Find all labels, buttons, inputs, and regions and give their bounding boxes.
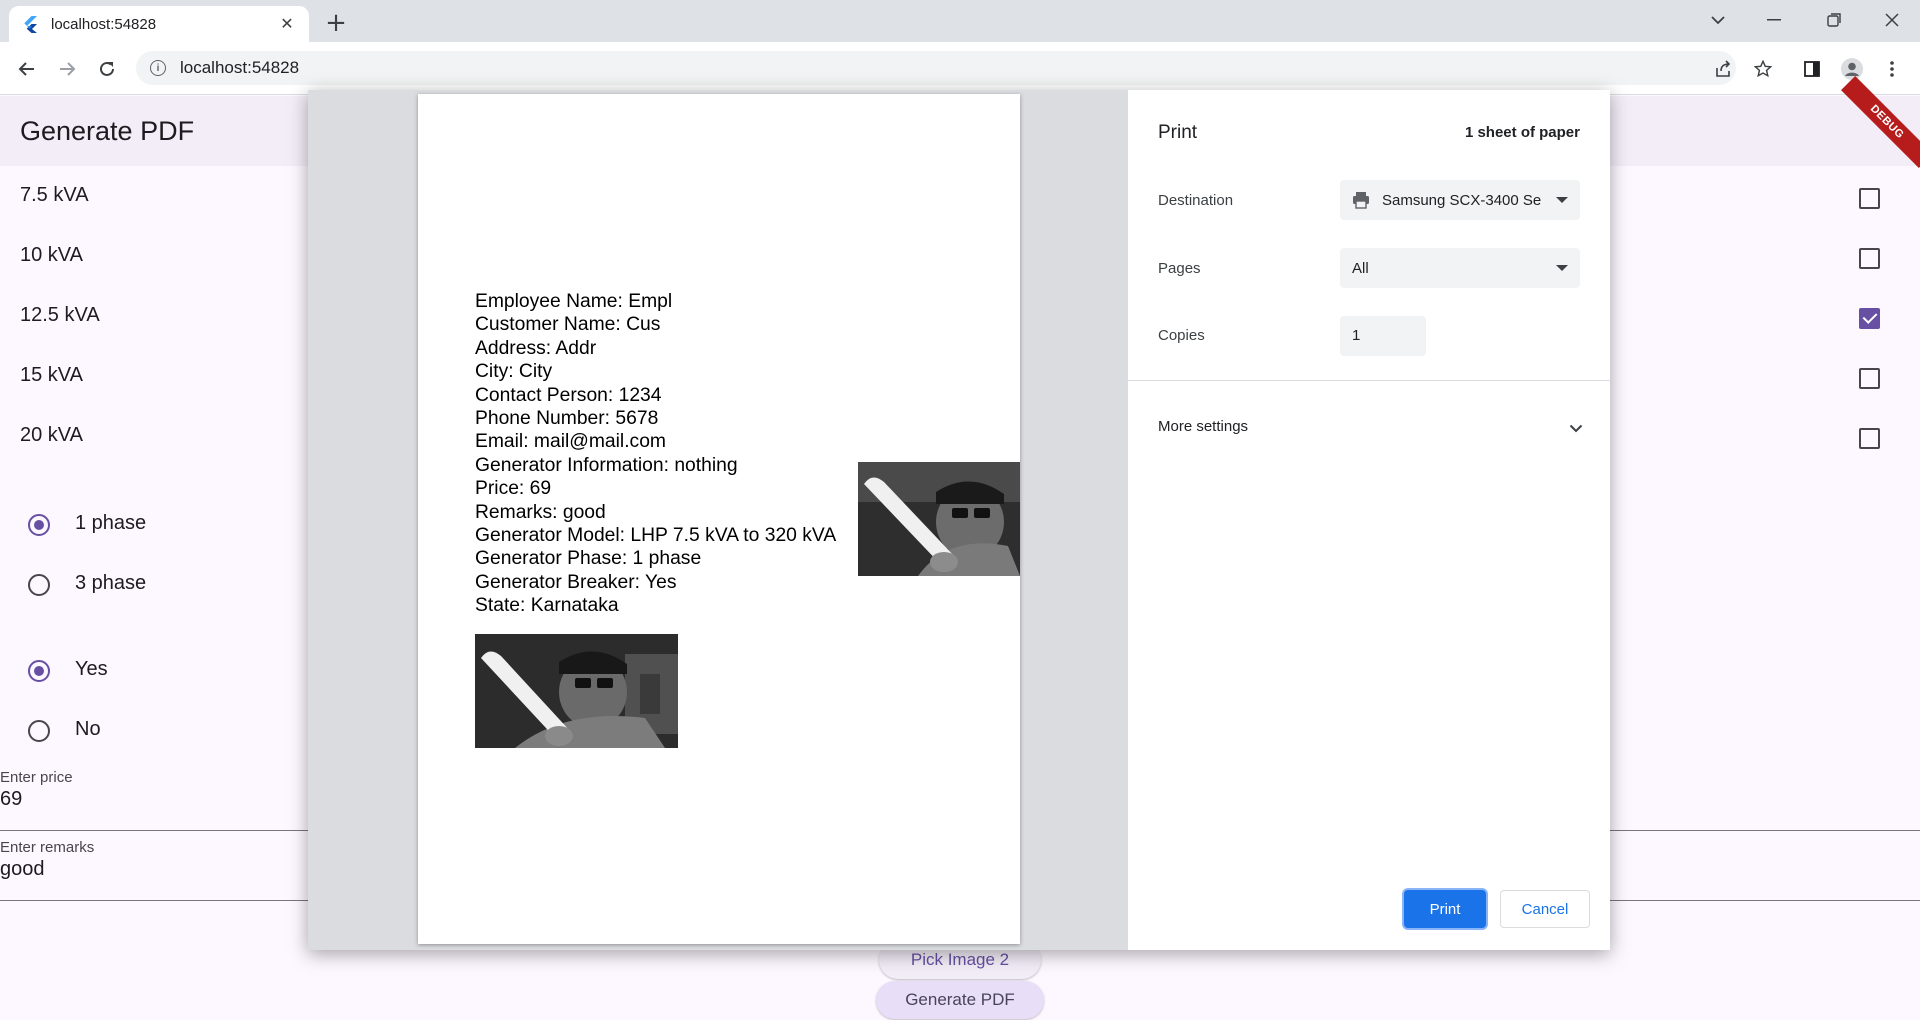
phase-radio-label: 1 phase xyxy=(75,512,147,534)
preview-page: Employee Name: Empl Customer Name: Cus A… xyxy=(418,94,1020,944)
pdf-image-1 xyxy=(858,462,1020,576)
print-settings-pane: Print 1 sheet of paper Destination Samsu… xyxy=(1128,90,1610,950)
pdf-line: Generator Breaker: Yes xyxy=(475,571,677,593)
side-panel-icon[interactable] xyxy=(1797,54,1827,84)
phase-radio[interactable] xyxy=(28,574,50,596)
pages-value: All xyxy=(1352,259,1369,277)
print-dialog: Employee Name: Empl Customer Name: Cus A… xyxy=(308,90,1610,950)
destination-value: Samsung SCX-3400 Se xyxy=(1382,191,1542,209)
dropdown-arrow-icon xyxy=(1556,265,1568,271)
pdf-line: Generator Phase: 1 phase xyxy=(475,548,702,570)
printer-icon xyxy=(1352,191,1370,213)
kva-option-label: 7.5 kVA xyxy=(20,184,89,206)
chevron-down-icon[interactable] xyxy=(1566,418,1586,438)
pdf-line: City: City xyxy=(475,361,553,383)
pdf-line: Email: mail@mail.com xyxy=(475,431,666,453)
forward-arrow-icon[interactable] xyxy=(52,54,82,84)
remarks-field-value[interactable]: good xyxy=(0,858,45,881)
pages-select[interactable]: All xyxy=(1340,248,1580,288)
pdf-text-block: Employee Name: Empl Customer Name: Cus A… xyxy=(475,290,836,618)
address-bar[interactable]: i localhost:54828 xyxy=(136,51,1736,85)
flutter-logo-icon xyxy=(21,15,39,33)
print-preview-pane: Employee Name: Empl Customer Name: Cus A… xyxy=(308,90,1128,950)
tab-title: localhost:54828 xyxy=(51,15,157,33)
pdf-line: Employee Name: Empl xyxy=(475,291,673,312)
bookmark-star-icon[interactable] xyxy=(1748,54,1778,84)
url-text: localhost:54828 xyxy=(180,58,300,77)
pdf-line: Price: 69 xyxy=(475,478,552,500)
phase-radio-label: 3 phase xyxy=(75,572,147,594)
site-info-icon[interactable]: i xyxy=(150,60,166,76)
tab-search-icon[interactable] xyxy=(1692,4,1744,36)
share-icon[interactable] xyxy=(1708,54,1738,84)
breaker-radio-label: No xyxy=(75,718,101,740)
pdf-line: Address: Addr xyxy=(475,337,597,359)
pages-label: Pages xyxy=(1158,260,1201,277)
generate-pdf-button[interactable]: Generate PDF xyxy=(876,981,1044,1019)
more-settings-toggle[interactable]: More settings xyxy=(1158,418,1248,435)
kva-option-label: 12.5 kVA xyxy=(20,304,100,326)
pdf-line: State: Karnataka xyxy=(475,595,619,617)
back-arrow-icon[interactable] xyxy=(12,54,42,84)
kva-checkbox-checked[interactable] xyxy=(1859,308,1880,329)
kva-option-label: 15 kVA xyxy=(20,364,83,386)
breaker-radio-selected[interactable] xyxy=(28,660,50,682)
pdf-image-2 xyxy=(475,634,678,748)
close-window-icon[interactable] xyxy=(1866,4,1918,36)
remarks-field-label: Enter remarks xyxy=(0,839,95,856)
kva-option-label: 10 kVA xyxy=(20,244,83,266)
kva-option-label: 20 kVA xyxy=(20,424,83,446)
destination-label: Destination xyxy=(1158,192,1234,209)
destination-select[interactable]: Samsung SCX-3400 Se xyxy=(1340,180,1580,220)
pdf-line: Phone Number: 5678 xyxy=(475,408,659,430)
pdf-line: Remarks: good xyxy=(475,501,606,523)
minimize-icon[interactable] xyxy=(1748,4,1800,36)
cancel-button[interactable]: Cancel xyxy=(1500,890,1590,928)
dropdown-arrow-icon xyxy=(1556,197,1568,203)
copies-input[interactable]: 1 xyxy=(1340,316,1426,356)
pdf-line: Generator Model: LHP 7.5 kVA to 320 kVA xyxy=(475,525,837,547)
restore-icon[interactable] xyxy=(1808,4,1860,36)
tab-strip: localhost:54828 ✕ + xyxy=(0,0,1920,42)
divider xyxy=(1128,380,1610,381)
copies-label: Copies xyxy=(1158,327,1205,344)
kva-checkbox[interactable] xyxy=(1859,248,1880,269)
print-button[interactable]: Print xyxy=(1404,890,1486,928)
kva-checkbox[interactable] xyxy=(1859,368,1880,389)
kva-checkbox[interactable] xyxy=(1859,428,1880,449)
pdf-line: Customer Name: Cus xyxy=(475,314,661,336)
pdf-line: Generator Information: nothing xyxy=(475,454,738,476)
page-title: Generate PDF xyxy=(20,116,195,146)
reload-icon[interactable] xyxy=(92,54,122,84)
breaker-radio-label: Yes xyxy=(75,658,108,680)
browser-toolbar: i localhost:54828 xyxy=(0,42,1920,95)
price-field-value[interactable]: 69 xyxy=(0,788,22,811)
new-tab-button[interactable]: + xyxy=(322,8,350,38)
phase-radio-selected[interactable] xyxy=(28,514,50,536)
breaker-radio[interactable] xyxy=(28,720,50,742)
kva-checkbox[interactable] xyxy=(1859,188,1880,209)
sheet-count: 1 sheet of paper xyxy=(1464,124,1580,141)
browser-tab[interactable]: localhost:54828 ✕ xyxy=(9,6,309,42)
pdf-line: Contact Person: 1234 xyxy=(475,384,662,406)
close-tab-icon[interactable]: ✕ xyxy=(277,14,297,34)
more-menu-icon[interactable] xyxy=(1877,54,1907,84)
price-field-label: Enter price xyxy=(0,769,73,786)
print-dialog-title: Print xyxy=(1158,122,1198,143)
